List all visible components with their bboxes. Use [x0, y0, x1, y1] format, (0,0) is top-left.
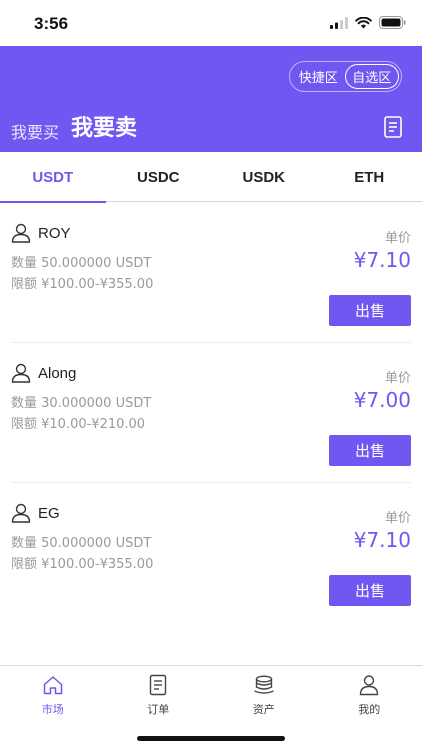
- signal-icon: [330, 16, 348, 29]
- user-name: EG: [38, 504, 60, 522]
- battery-icon: [379, 16, 406, 29]
- home-indicator: [137, 736, 285, 741]
- price-label: 单价: [384, 371, 411, 386]
- profile-icon: [360, 675, 379, 696]
- price-value: ¥7.10: [353, 248, 411, 272]
- mode-option-self-select[interactable]: 自选区: [344, 64, 399, 89]
- user-icon: [11, 503, 31, 523]
- nav-label: 订单: [147, 703, 170, 716]
- list-item: Along 数量 30.000000 USDT 限额 ¥10.00-¥210.0…: [11, 343, 411, 483]
- limit-text: 限额 ¥100.00-¥355.00: [11, 557, 154, 572]
- user-row: ROY: [11, 223, 71, 243]
- tab-eth[interactable]: ETH: [317, 152, 422, 202]
- wifi-icon: [355, 16, 372, 28]
- price-label: 单价: [384, 231, 411, 246]
- user-name: Along: [38, 364, 77, 382]
- user-name: ROY: [38, 224, 71, 242]
- price-value: ¥7.00: [353, 388, 411, 412]
- quantity-text: 数量 30.000000 USDT: [11, 396, 152, 411]
- mode-switch: 快捷区 自选区: [289, 61, 402, 92]
- user-icon: [11, 363, 31, 383]
- user-row: EG: [11, 503, 60, 523]
- nav-profile[interactable]: 我的: [317, 666, 422, 721]
- list-item: ROY 数量 50.000000 USDT 限额 ¥100.00-¥355.00…: [11, 203, 411, 343]
- quantity-text: 数量 50.000000 USDT: [11, 536, 152, 551]
- quantity-text: 数量 50.000000 USDT: [11, 256, 152, 271]
- nav-market[interactable]: 市场: [0, 666, 106, 721]
- limit-text: 限额 ¥10.00-¥210.00: [11, 417, 146, 432]
- tab-usdk[interactable]: USDK: [211, 152, 317, 202]
- limit-text: 限额 ¥100.00-¥355.00: [11, 277, 154, 292]
- sell-button[interactable]: 出售: [329, 575, 411, 606]
- price-label: 单价: [384, 511, 411, 526]
- nav-label: 市场: [41, 703, 64, 716]
- coins-icon: [253, 675, 274, 694]
- price-value: ¥7.10: [353, 528, 411, 552]
- nav-label: 我的: [358, 703, 381, 716]
- tab-buy[interactable]: 我要买: [11, 119, 59, 143]
- sell-button[interactable]: 出售: [329, 435, 411, 466]
- mode-option-quick[interactable]: 快捷区: [292, 64, 345, 89]
- coin-tabs: USDT USDC USDK ETH: [0, 152, 422, 203]
- nav-assets[interactable]: 资产: [211, 666, 317, 721]
- header: 快捷区 自选区 我要买 我要卖: [0, 46, 422, 152]
- home-icon: [43, 676, 62, 695]
- nav-label: 资产: [252, 703, 275, 716]
- order-list-icon[interactable]: [384, 116, 402, 138]
- status-time: 3:56: [34, 14, 69, 33]
- list-item: EG 数量 50.000000 USDT 限额 ¥100.00-¥355.00 …: [11, 483, 411, 623]
- tab-sell[interactable]: 我要卖: [71, 110, 137, 142]
- sell-button[interactable]: 出售: [329, 295, 411, 326]
- user-icon: [11, 223, 31, 243]
- order-icon: [150, 674, 167, 696]
- nav-orders[interactable]: 订单: [106, 666, 212, 721]
- status-bar: 3:56: [0, 0, 422, 46]
- user-row: Along: [11, 363, 76, 383]
- tab-usdt[interactable]: USDT: [0, 152, 106, 203]
- tab-usdc[interactable]: USDC: [106, 152, 212, 202]
- status-icons: [330, 16, 406, 29]
- listing-list: ROY 数量 50.000000 USDT 限额 ¥100.00-¥355.00…: [0, 203, 422, 623]
